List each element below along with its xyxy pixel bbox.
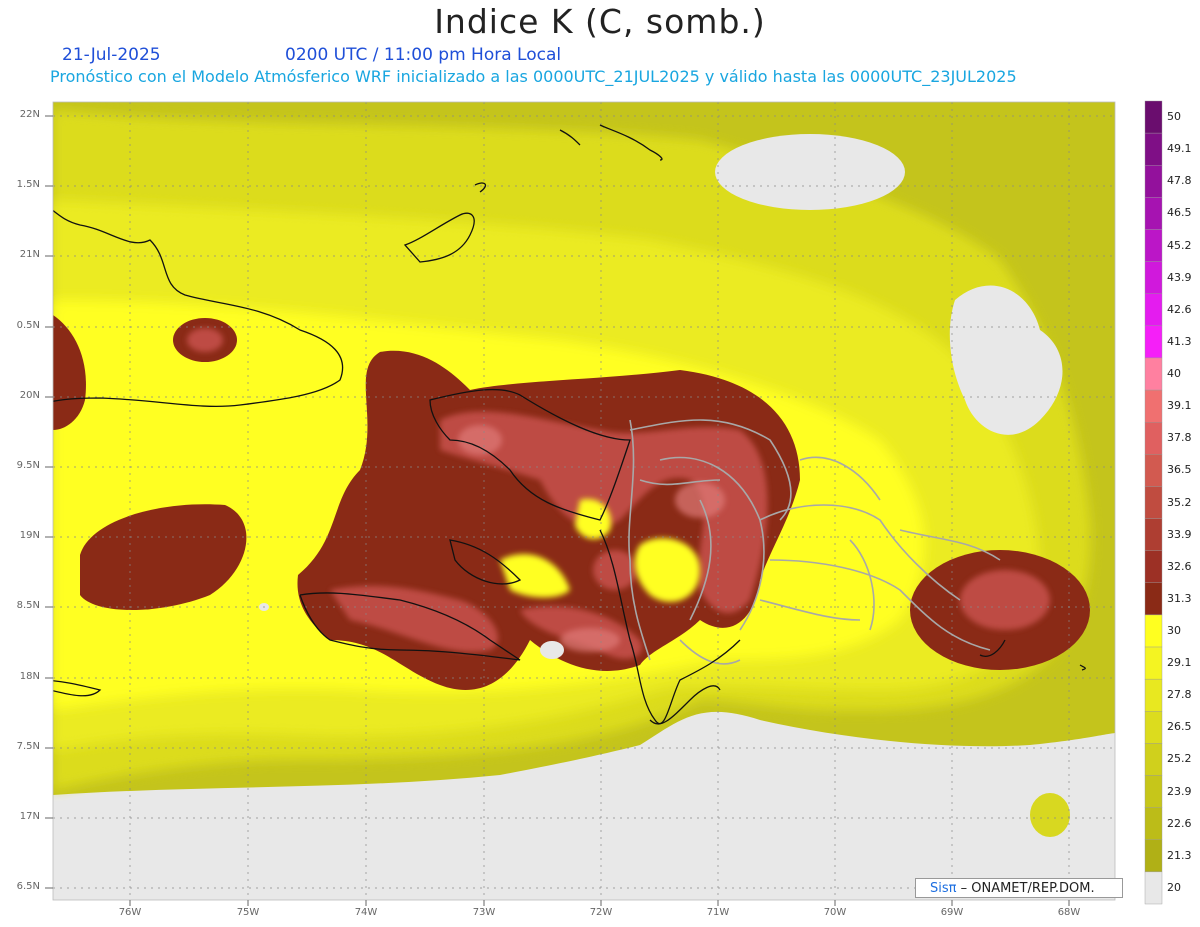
colorbar-swatch — [1144, 711, 1163, 744]
model-info: Pronóstico con el Modelo Atmósferico WRF… — [50, 67, 1017, 86]
lon-label: 68W — [1057, 907, 1081, 918]
colorbar-label: 41.3 — [1167, 334, 1192, 348]
colorbar-label: 21.3 — [1167, 848, 1192, 862]
colorbar-swatch — [1144, 839, 1163, 873]
colorbar-swatch — [1144, 871, 1163, 905]
field-layer — [53, 102, 1115, 900]
colorbar-label: 27.8 — [1167, 688, 1192, 702]
colorbar-swatch — [1144, 325, 1163, 359]
lat-label: 9.5N — [16, 460, 40, 471]
colorbar — [1144, 100, 1163, 905]
lat-label: 21N — [19, 249, 40, 260]
k-index-map — [45, 100, 1163, 906]
colorbar-swatch — [1144, 422, 1163, 455]
colorbar-label: 20 — [1167, 880, 1181, 894]
colorbar-swatch — [1144, 743, 1163, 776]
lat-label: 7.5N — [16, 741, 40, 752]
lon-label: 74W — [354, 907, 378, 918]
map-title: Indice K (C, somb.) — [434, 2, 766, 41]
colorbar-swatch — [1144, 678, 1163, 712]
colorbar-label: 30 — [1167, 623, 1181, 637]
lon-label: 71W — [706, 907, 730, 918]
colorbar-swatch — [1144, 165, 1163, 198]
colorbar-label: 23.9 — [1167, 784, 1192, 798]
forecast-time: 0200 UTC / 11:00 pm Hora Local — [285, 45, 562, 65]
lat-label: 19N — [19, 530, 40, 541]
credit-text: – ONAMET/REP.DOM. — [960, 881, 1095, 896]
colorbar-label: 32.6 — [1167, 559, 1192, 573]
colorbar-label: 50 — [1167, 110, 1181, 124]
colorbar-swatch — [1144, 132, 1163, 166]
lon-label: 69W — [940, 907, 964, 918]
lat-label: 0.5N — [16, 320, 40, 331]
lon-label: 70W — [823, 907, 847, 918]
lat-label: 20N — [19, 390, 40, 401]
credit-box: Sisπ – ONAMET/REP.DOM. — [915, 878, 1123, 898]
colorbar-swatch — [1144, 646, 1163, 680]
lon-label: 72W — [589, 907, 613, 918]
colorbar-swatch — [1144, 357, 1163, 391]
lon-label: 76W — [118, 907, 142, 918]
forecast-date: 21-Jul-2025 — [62, 45, 161, 65]
colorbar-swatch — [1144, 550, 1163, 583]
colorbar-swatch — [1144, 100, 1163, 134]
colorbar-swatch — [1144, 486, 1163, 519]
colorbar-label: 46.5 — [1167, 206, 1192, 220]
lat-label: 1.5N — [16, 179, 40, 190]
lat-label: 17N — [19, 811, 40, 822]
colorbar-swatch — [1144, 229, 1163, 262]
colorbar-swatch — [1144, 197, 1163, 230]
colorbar-swatch — [1144, 775, 1163, 808]
lat-label: 8.5N — [16, 600, 40, 611]
colorbar-label: 39.1 — [1167, 399, 1192, 413]
lat-label: 18N — [19, 671, 40, 682]
colorbar-swatch — [1144, 389, 1163, 423]
colorbar-label: 49.1 — [1167, 142, 1192, 156]
colorbar-label: 42.6 — [1167, 302, 1192, 316]
colorbar-swatch — [1144, 582, 1163, 616]
colorbar-label: 31.3 — [1167, 591, 1192, 605]
colorbar-label: 29.1 — [1167, 656, 1192, 670]
colorbar-label: 40 — [1167, 367, 1181, 381]
colorbar-label: 26.5 — [1167, 720, 1192, 734]
colorbar-label: 45.2 — [1167, 238, 1192, 252]
colorbar-label: 33.9 — [1167, 527, 1192, 541]
colorbar-label: 22.6 — [1167, 816, 1192, 830]
colorbar-swatch — [1144, 293, 1163, 327]
colorbar-label: 37.8 — [1167, 431, 1192, 445]
colorbar-label: 35.2 — [1167, 495, 1192, 509]
colorbar-label: 36.5 — [1167, 463, 1192, 477]
lat-label: 6.5N — [16, 881, 40, 892]
colorbar-swatch — [1144, 614, 1163, 648]
lon-label: 75W — [236, 907, 260, 918]
colorbar-swatch — [1144, 261, 1163, 294]
lat-label: 22N — [19, 109, 40, 120]
colorbar-label: 47.8 — [1167, 174, 1192, 188]
colorbar-label: 25.2 — [1167, 752, 1192, 766]
colorbar-label: 43.9 — [1167, 270, 1192, 284]
colorbar-swatch — [1144, 807, 1163, 840]
sispi-logo: Sisπ — [930, 881, 957, 896]
colorbar-swatch — [1144, 454, 1163, 487]
lon-label: 73W — [472, 907, 496, 918]
colorbar-swatch — [1144, 518, 1163, 551]
